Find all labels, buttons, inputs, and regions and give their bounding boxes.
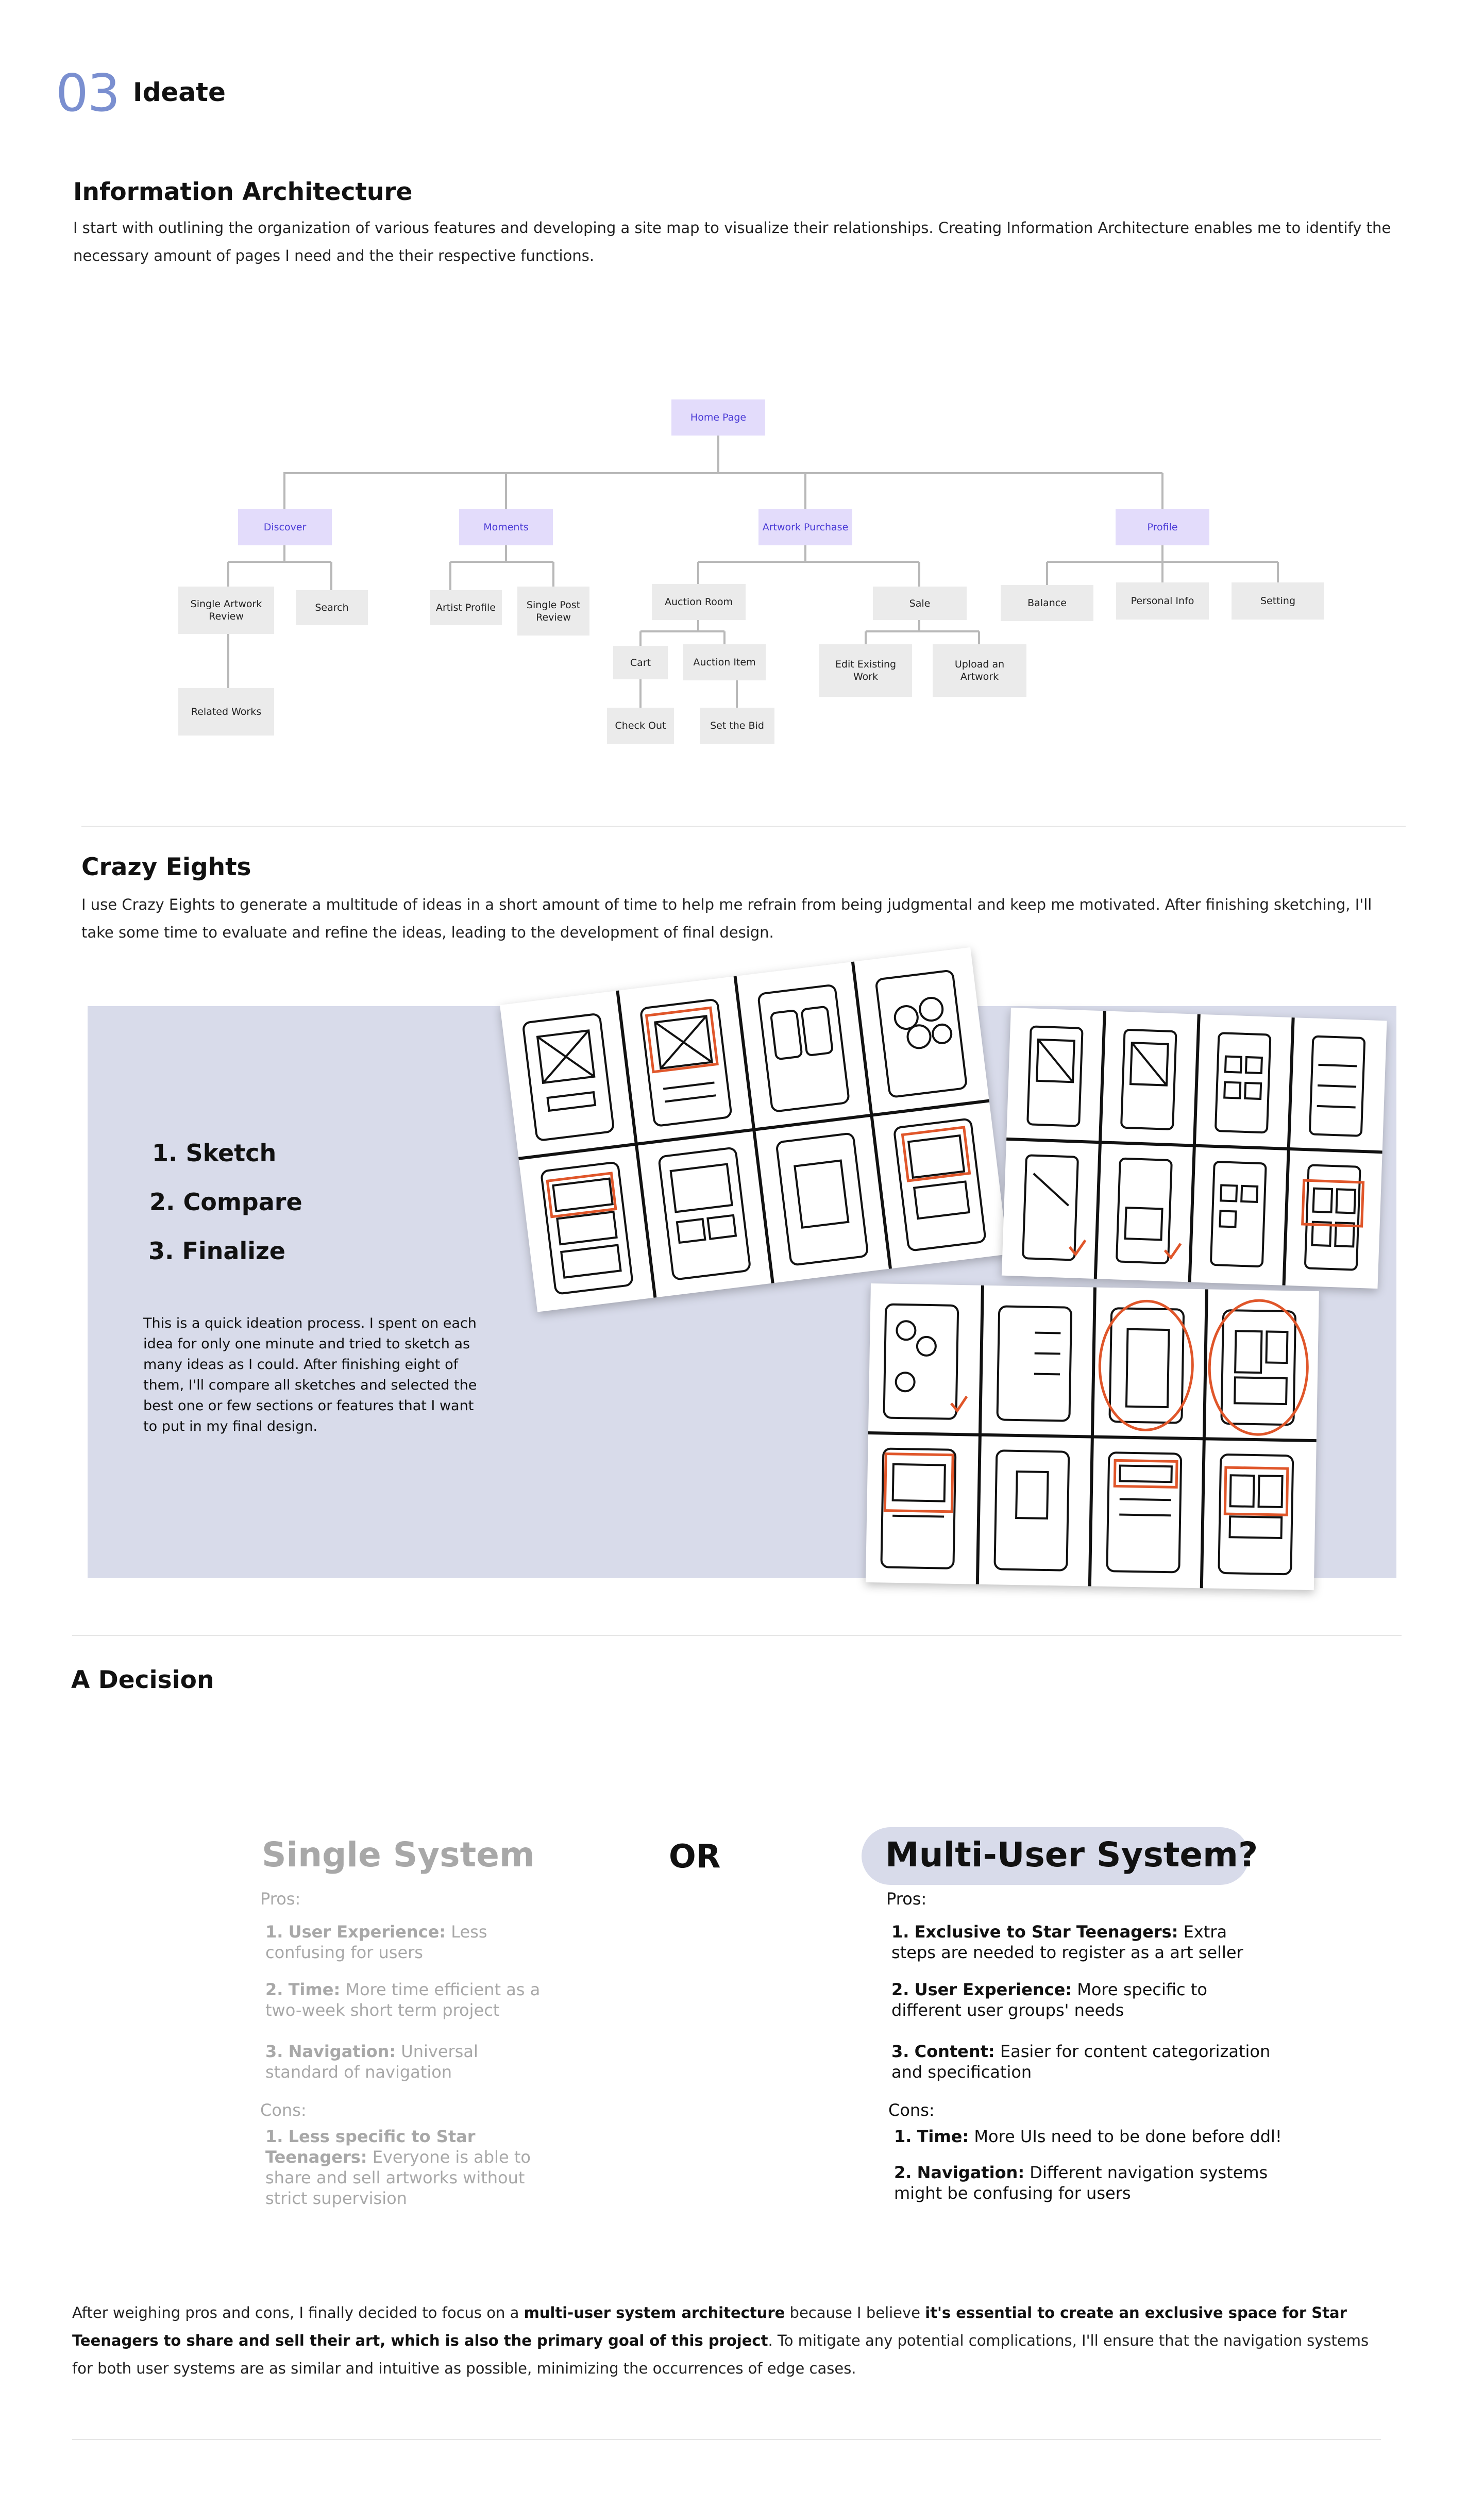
sitemap-node-setting: Setting <box>1232 582 1324 620</box>
single-pro-2: 2. Time: More time efficient as a two-we… <box>265 1980 541 2020</box>
sitemap-node-edit-existing-work: Edit Existing Work <box>819 644 912 697</box>
decision-heading: A Decision <box>71 1666 214 1694</box>
multi-cons-label: Cons: <box>888 2100 935 2120</box>
sitemap-node-artwork-purchase: Artwork Purchase <box>758 509 852 545</box>
sitemap-node-balance: Balance <box>1001 585 1093 621</box>
single-pros-label: Pros: <box>260 1889 301 1909</box>
divider <box>81 826 1406 827</box>
divider <box>72 2439 1381 2440</box>
sitemap-node-cart: Cart <box>613 646 668 679</box>
sitemap-node-set-the-bid: Set the Bid <box>700 708 774 744</box>
crazy-eights-body: I use Crazy Eights to generate a multitu… <box>81 896 1372 941</box>
step-finalize: 3. Finalize <box>148 1237 285 1265</box>
multi-pro-2: 2. User Experience: More specific to dif… <box>891 1980 1207 2020</box>
sketch-sheet-3 <box>865 1283 1319 1591</box>
single-system-title: Single System <box>262 1835 535 1875</box>
sitemap-node-single-artwork-review: Single Artwork Review <box>178 587 274 634</box>
sitemap-node-related-works: Related Works <box>178 688 274 736</box>
sitemap-node-sale: Sale <box>873 587 967 620</box>
crazy-eights-heading: Crazy Eights <box>81 853 251 881</box>
sketch-drawing-1 <box>517 960 991 1299</box>
multi-con-2: 2. Navigation: Different navigation syst… <box>894 2163 1268 2203</box>
sitemap-node-search: Search <box>296 590 368 625</box>
multi-con-1: 1. Time: More UIs need to be done before… <box>894 2127 1282 2146</box>
sitemap-node-personal-info: Personal Info <box>1116 582 1209 620</box>
step-compare: 2. Compare <box>149 1188 302 1216</box>
crazy-eights-description: This is a quick ideation process. I spen… <box>143 1315 477 1434</box>
single-pro-1: 1. User Experience: Less confusing for u… <box>265 1922 487 1962</box>
sitemap-node-home: Home Page <box>671 399 765 436</box>
multi-pro-3: 3. Content: Easier for content categoriz… <box>891 2042 1271 2082</box>
single-pro-3: 3. Navigation: Universal standard of nav… <box>265 2042 478 2082</box>
multi-system-title: Multi-User System? <box>885 1835 1258 1875</box>
sitemap-node-single-post-review: Single Post Review <box>517 587 589 636</box>
step-sketch: 1. Sketch <box>152 1139 277 1167</box>
single-con-1: 1. Less specific to Star Teenagers: Ever… <box>265 2127 531 2208</box>
sitemap-node-auction-room: Auction Room <box>652 584 746 620</box>
sitemap-node-upload-an-artwork: Upload an Artwork <box>933 644 1026 697</box>
divider <box>72 1635 1402 1636</box>
sitemap-node-discover: Discover <box>238 509 332 545</box>
sketch-sheet-2 <box>1001 1008 1387 1289</box>
multi-pros-label: Pros: <box>886 1889 927 1909</box>
decision-conclusion: After weighing pros and cons, I finally … <box>72 2304 1369 2377</box>
sketch-drawing-3 <box>868 1285 1317 1589</box>
sitemap-node-check-out: Check Out <box>607 708 674 744</box>
sitemap-node-moments: Moments <box>459 509 553 545</box>
sketch-sheet-1 <box>500 947 1008 1312</box>
or-label: OR <box>669 1837 721 1875</box>
multi-pro-1: 1. Exclusive to Star Teenagers: Extra st… <box>891 1922 1243 1962</box>
sitemap-node-profile: Profile <box>1116 509 1209 545</box>
sitemap-node-auction-item: Auction Item <box>683 644 766 680</box>
single-cons-label: Cons: <box>260 2100 307 2120</box>
sketch-drawing-2 <box>1006 1011 1382 1285</box>
sitemap-node-artist-profile: Artist Profile <box>430 590 502 625</box>
